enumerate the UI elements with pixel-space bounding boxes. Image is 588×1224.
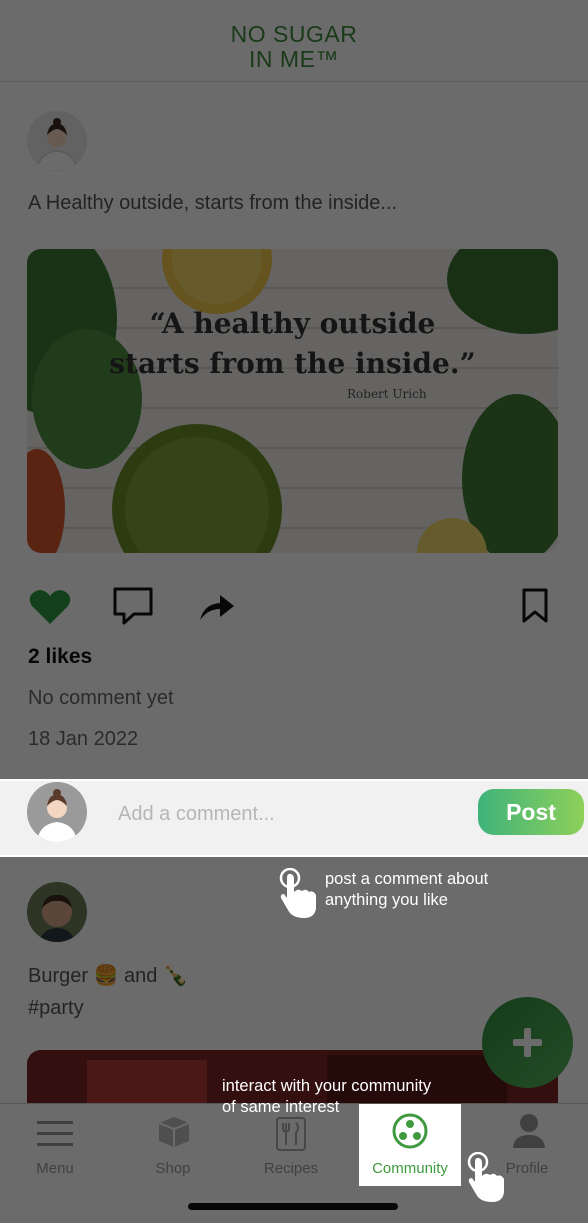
tip-comment: post a comment about anything you like (325, 869, 488, 911)
nav-label-recipes: Recipes (263, 1160, 319, 1177)
nav-label-menu: Menu (36, 1160, 74, 1177)
image-quote-line-2: starts from the inside.” (109, 347, 476, 380)
logo-line-1: NO SUGAR (230, 21, 358, 47)
post-caption-2-line-2: #party (28, 997, 84, 1019)
image-quote-author: Robert Urich (347, 387, 427, 401)
comment-input-highlight[interactable]: Add a comment... (118, 803, 275, 826)
home-indicator (188, 1203, 398, 1210)
box-icon (158, 1117, 190, 1147)
menu-icon (37, 1121, 73, 1146)
person-icon (513, 1114, 545, 1148)
post-comment-button-highlight[interactable]: Post (478, 789, 584, 835)
comments-status[interactable]: No comment yet (28, 687, 174, 710)
tip-comment-line-2: anything you like (325, 891, 448, 909)
tip-community: interact with your community of same int… (222, 1076, 431, 1118)
post-image[interactable]: “A healthy outside starts from the insid… (27, 249, 558, 553)
tap-hand-icon (278, 867, 320, 920)
author-avatar[interactable] (27, 111, 87, 171)
tip-community-line-1: interact with your community (222, 1077, 432, 1095)
tip-comment-line-1: post a comment about (325, 870, 489, 888)
current-user-avatar-highlight (27, 782, 87, 842)
nav-label-shop: Shop (155, 1160, 191, 1177)
add-post-button[interactable] (482, 997, 573, 1088)
share-icon[interactable] (198, 592, 236, 622)
cutlery-icon (276, 1117, 306, 1151)
post-caption-2: Burger 🍔 and 🍾 #party (28, 960, 188, 1024)
image-quote-line-1: “A healthy outside (149, 307, 436, 340)
bookmark-icon[interactable] (521, 588, 549, 624)
tip-community-line-2: of same interest (222, 1098, 340, 1116)
author-avatar-2[interactable] (27, 882, 87, 942)
highlight-comment-bar: Add a comment... Post (0, 774, 588, 858)
post-caption-2-line-1: Burger 🍔 and 🍾 (28, 965, 188, 987)
tap-hand-icon-2 (466, 1151, 508, 1204)
post-date: 18 Jan 2022 (28, 728, 139, 750)
logo-line-2: IN ME™ (249, 46, 339, 72)
comment-icon[interactable] (112, 586, 154, 626)
like-icon[interactable] (28, 588, 72, 626)
likes-count[interactable]: 2 likes (28, 645, 92, 669)
nav-label-community: Community (372, 1160, 448, 1177)
post-caption: A Healthy outside, starts from the insid… (28, 192, 398, 214)
nav-item-shop[interactable]: Shop (114, 1103, 232, 1185)
app-logo: NO SUGAR IN ME™ (0, 22, 588, 72)
nav-item-menu[interactable]: Menu (0, 1103, 114, 1185)
